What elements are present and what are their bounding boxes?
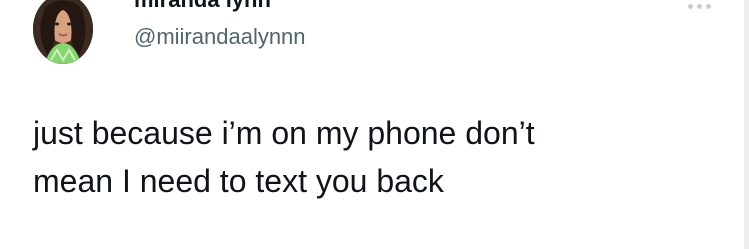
- more-dot-1: [687, 3, 693, 9]
- profile-avatar[interactable]: [33, 0, 93, 64]
- tweet-text: just because i’m on my phone don’t mean …: [33, 109, 703, 205]
- more-dot-3: [705, 3, 711, 9]
- author-handle[interactable]: @miirandaalynnn: [134, 23, 306, 51]
- profile-photo-icon: [33, 0, 93, 64]
- right-border: [744, 0, 749, 249]
- tweet-card: miranda lynn @miirandaalynnn just becaus…: [0, 0, 749, 249]
- author-display-name[interactable]: miranda lynn: [134, 0, 271, 13]
- more-dot-2: [696, 3, 702, 9]
- more-options-icon[interactable]: [683, 0, 715, 14]
- tweet-text-line-1: just because i’m on my phone don’t: [33, 115, 535, 151]
- tweet-text-line-2: mean I need to text you back: [33, 163, 444, 199]
